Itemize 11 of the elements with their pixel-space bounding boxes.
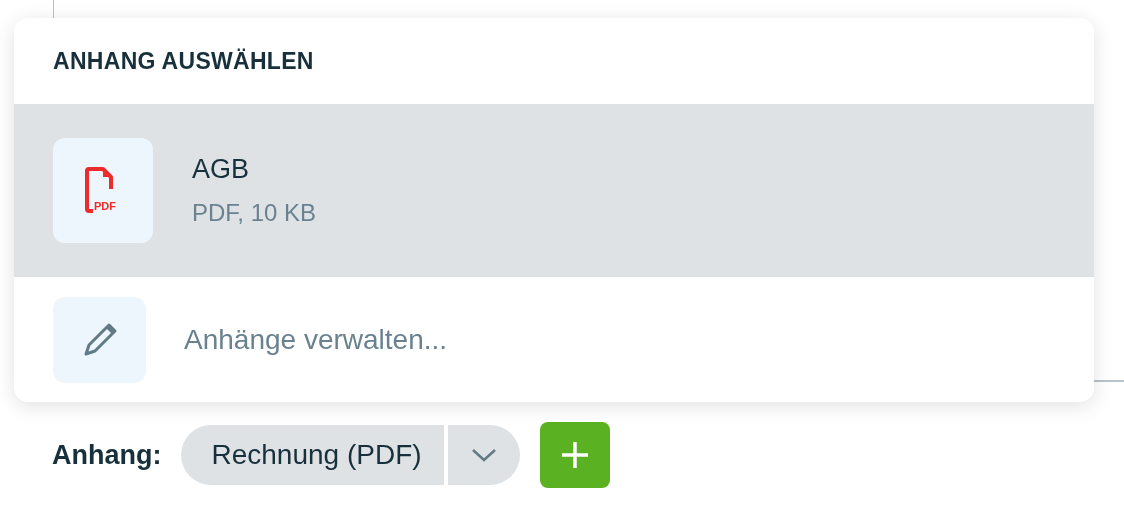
plus-icon bbox=[559, 440, 590, 470]
attachment-select[interactable]: Rechnung (PDF) bbox=[181, 425, 444, 485]
dropdown-button[interactable] bbox=[447, 425, 520, 485]
caret-icon bbox=[470, 448, 497, 462]
attachment-label: Anhang: bbox=[52, 439, 162, 471]
manage-attachments-item[interactable]: Anhänge verwalten... bbox=[14, 277, 1094, 402]
add-button[interactable] bbox=[539, 422, 610, 488]
popup-title: ANHANG AUSWÄHLEN bbox=[52, 46, 315, 76]
attachment-meta: PDF, 10 KB bbox=[192, 199, 317, 227]
attachment-item[interactable]: PDF AGB PDF, 10 KB bbox=[14, 104, 1094, 277]
attachment-name: AGB bbox=[192, 154, 251, 185]
